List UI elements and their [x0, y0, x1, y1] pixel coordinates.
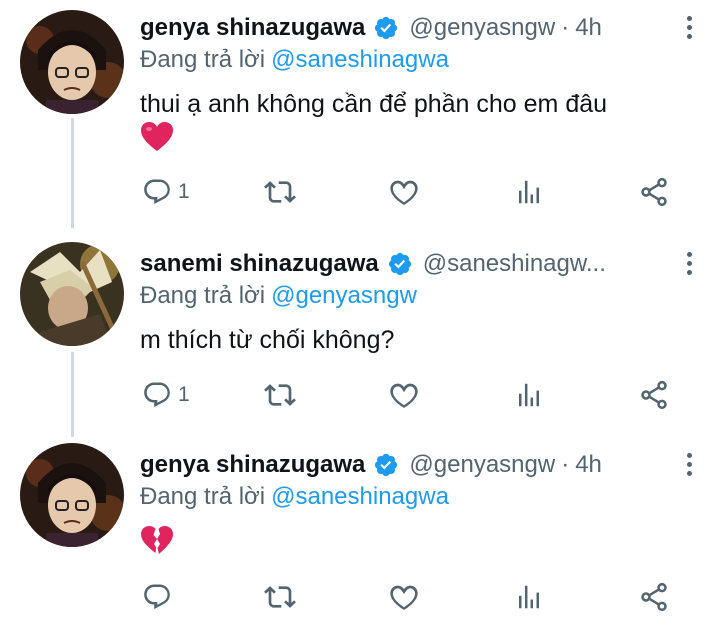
retweet-button[interactable]: [264, 375, 296, 415]
display-name[interactable]: genya shinazugawa: [140, 14, 365, 42]
replying-prefix: Đang trả lời: [140, 46, 266, 73]
tweet-actions: [140, 577, 680, 617]
verified-badge-icon: [373, 452, 399, 478]
reply-button[interactable]: 1: [142, 172, 190, 212]
stats-button[interactable]: [514, 172, 544, 212]
like-icon: [390, 585, 418, 610]
timestamp[interactable]: 4h: [575, 14, 602, 42]
replying-to: Đang trả lời @saneshinagwa: [140, 46, 449, 74]
mention-link[interactable]: @saneshinagwa: [271, 483, 449, 510]
stats-icon: [519, 383, 539, 407]
tweet-text: m thích từ chối không?: [140, 326, 395, 354]
more-icon[interactable]: [687, 252, 692, 275]
tweet[interactable]: genya shinazugawa @genyasngw · 4h Đang t…: [0, 437, 720, 630]
like-button[interactable]: [388, 577, 420, 617]
share-icon: [641, 380, 667, 410]
handle[interactable]: @genyasngw: [409, 14, 555, 42]
share-button[interactable]: [638, 172, 670, 212]
tweet-header: genya shinazugawa @genyasngw · 4h: [140, 445, 700, 485]
like-icon: [390, 383, 418, 408]
reply-icon: [144, 179, 170, 204]
tweet-text: thui ạ anh không cần để phần cho em đâu: [140, 90, 608, 118]
handle[interactable]: @genyasngw: [409, 451, 555, 479]
replying-prefix: Đang trả lời: [140, 282, 266, 309]
tweet-actions: 1: [140, 375, 680, 415]
stats-button[interactable]: [514, 577, 544, 617]
display-name[interactable]: sanemi shinazugawa: [140, 250, 379, 278]
retweet-icon: [264, 586, 296, 608]
reply-count: 1: [178, 383, 190, 406]
timestamp[interactable]: 4h: [575, 451, 602, 479]
replying-to: Đang trả lời @saneshinagwa: [140, 483, 449, 511]
reply-icon: [144, 382, 170, 407]
retweet-button[interactable]: [264, 577, 296, 617]
avatar[interactable]: [20, 10, 124, 114]
replying-prefix: Đang trả lời: [140, 483, 266, 510]
avatar[interactable]: [20, 242, 124, 346]
verified-badge-icon: [373, 15, 399, 41]
tweet-header: genya shinazugawa @genyasngw · 4h: [140, 8, 700, 48]
more-icon[interactable]: [687, 16, 692, 39]
display-name[interactable]: genya shinazugawa: [140, 451, 365, 479]
share-icon: [641, 177, 667, 207]
share-icon: [641, 582, 667, 612]
replying-to: Đang trả lời @genyasngw: [140, 282, 417, 310]
reply-icon: [144, 584, 170, 609]
stats-button[interactable]: [514, 375, 544, 415]
separator-dot: ·: [561, 451, 570, 478]
reply-count: 1: [178, 180, 190, 203]
stats-icon: [519, 180, 539, 204]
mention-link[interactable]: @saneshinagwa: [271, 46, 449, 73]
separator-dot: ·: [561, 14, 570, 41]
like-icon: [390, 180, 418, 205]
like-button[interactable]: [388, 172, 420, 212]
reply-button[interactable]: [142, 577, 178, 617]
more-icon[interactable]: [687, 453, 692, 476]
reply-button[interactable]: 1: [142, 375, 190, 415]
share-button[interactable]: [638, 375, 670, 415]
retweet-button[interactable]: [264, 172, 296, 212]
broken-heart-icon: [140, 525, 174, 562]
handle[interactable]: @saneshinagw...: [423, 250, 606, 278]
red-heart-icon: [140, 121, 174, 158]
stats-icon: [519, 585, 539, 609]
tweet[interactable]: genya shinazugawa @genyasngw · 4h Đang t…: [0, 0, 720, 232]
avatar[interactable]: [20, 443, 124, 547]
tweet-header: sanemi shinazugawa @saneshinagw...: [140, 244, 700, 284]
mention-link[interactable]: @genyasngw: [271, 282, 417, 309]
retweet-icon: [264, 384, 296, 406]
share-button[interactable]: [638, 577, 670, 617]
retweet-icon: [264, 181, 296, 203]
tweet-actions: 1: [140, 172, 680, 212]
verified-badge-icon: [387, 251, 413, 277]
like-button[interactable]: [388, 375, 420, 415]
tweet[interactable]: sanemi shinazugawa @saneshinagw... Đang …: [0, 232, 720, 437]
